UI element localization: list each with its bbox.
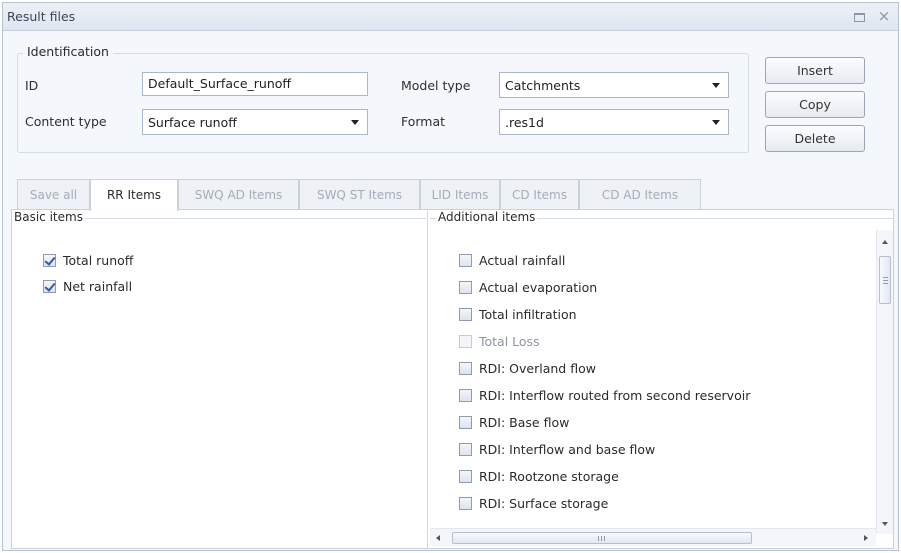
model-type-dropdown[interactable]: Catchments (499, 72, 729, 98)
checkbox (459, 335, 472, 348)
chevron-down-icon (351, 120, 359, 125)
scroll-down-icon[interactable] (882, 522, 888, 526)
additional-item-label: RDI: Rootzone storage (479, 469, 619, 484)
identification-group (17, 53, 749, 153)
panel-divider (427, 210, 428, 548)
tab-swq-ad-items[interactable]: SWQ AD Items (178, 179, 299, 209)
horizontal-scrollbar[interactable] (430, 528, 876, 546)
basic-item-label: Total runoff (63, 253, 134, 268)
additional-item-label: Total Loss (479, 334, 540, 349)
additional-items-title: Additional items (436, 210, 538, 224)
checkbox[interactable] (459, 308, 472, 321)
additional-item-label: RDI: Base flow (479, 415, 570, 430)
additional-item-label: Actual rainfall (479, 253, 566, 268)
model-type-label: Model type (401, 78, 471, 93)
horizontal-scroll-thumb[interactable] (452, 532, 752, 544)
additional-item-label: RDI: Interflow and base flow (479, 442, 656, 457)
additional-item-label: Actual evaporation (479, 280, 598, 295)
checkbox[interactable] (43, 280, 56, 293)
insert-button[interactable]: Insert (765, 57, 865, 84)
additional-item-label: RDI: Surface storage (479, 496, 609, 511)
copy-button[interactable]: Copy (765, 91, 865, 118)
scroll-up-icon[interactable] (882, 240, 888, 244)
format-dropdown[interactable]: .res1d (499, 109, 729, 135)
additional-item-label: RDI: Overland flow (479, 361, 596, 376)
grip-icon (598, 536, 599, 541)
additional-item-label: RDI: Interflow routed from second reserv… (479, 388, 751, 403)
content-type-label: Content type (25, 114, 107, 129)
chevron-down-icon (712, 83, 720, 88)
grip-icon (601, 536, 602, 541)
checkbox[interactable] (459, 443, 472, 456)
delete-button[interactable]: Delete (765, 125, 865, 152)
grip-icon (883, 283, 888, 284)
checkbox[interactable] (459, 389, 472, 402)
identification-legend: Identification (23, 44, 113, 59)
rr-items-panel: Basic items Total runoff Net rainfall Ad… (11, 209, 894, 549)
tab-save-all[interactable]: Save all (17, 179, 90, 209)
tab-lid-items[interactable]: LID Items (420, 179, 500, 209)
title-bar: Result files × (3, 3, 898, 31)
content-type-value: Surface runoff (148, 115, 237, 130)
result-files-window: Result files × Identification ID Default… (2, 2, 899, 551)
additional-item-label: Total infiltration (479, 307, 577, 322)
id-field[interactable]: Default_Surface_runoff (142, 72, 368, 96)
checkbox[interactable] (459, 470, 472, 483)
checkbox[interactable] (459, 362, 472, 375)
chevron-down-icon (712, 120, 720, 125)
tab-cd-ad-items[interactable]: CD AD Items (579, 179, 701, 209)
tab-swq-st-items[interactable]: SWQ ST Items (299, 179, 420, 209)
grip-icon (883, 280, 888, 281)
format-value: .res1d (505, 115, 544, 130)
grip-icon (883, 277, 888, 278)
model-type-value: Catchments (505, 78, 581, 93)
scroll-right-icon[interactable] (864, 535, 868, 541)
checkbox[interactable] (459, 254, 472, 267)
checkbox[interactable] (459, 281, 472, 294)
window-title: Result files (7, 9, 76, 24)
checkbox[interactable] (459, 416, 472, 429)
format-label: Format (401, 114, 446, 129)
vertical-scroll-thumb[interactable] (879, 256, 891, 304)
basic-items-title: Basic items (12, 210, 85, 224)
grip-icon (604, 536, 605, 541)
checkbox[interactable] (43, 254, 56, 267)
close-icon[interactable]: × (876, 8, 892, 24)
tab-rr-items[interactable]: RR Items (90, 179, 178, 211)
content-type-dropdown[interactable]: Surface runoff (142, 109, 368, 135)
restore-icon[interactable] (851, 8, 867, 24)
tab-cd-items[interactable]: CD Items (500, 179, 579, 209)
id-label: ID (25, 78, 39, 93)
basic-item-label: Net rainfall (63, 279, 133, 294)
checkbox[interactable] (459, 497, 472, 510)
scroll-left-icon[interactable] (436, 535, 440, 541)
vertical-scrollbar[interactable] (876, 230, 893, 534)
